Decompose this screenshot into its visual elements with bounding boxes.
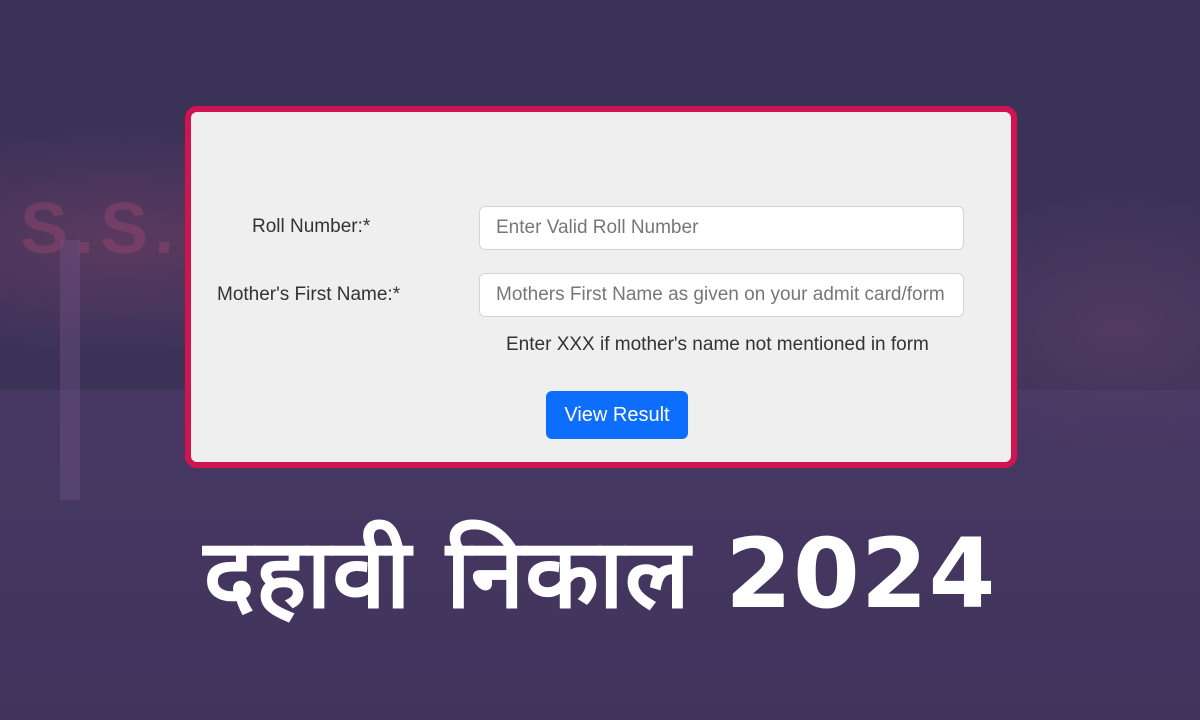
view-result-button[interactable]: View Result — [546, 391, 688, 439]
mother-name-hint: Enter XXX if mother's name not mentioned… — [506, 334, 929, 355]
roll-number-label: Roll Number:* — [252, 216, 371, 237]
background-watermark: S.S. — [20, 189, 181, 269]
result-form-card: Roll Number:* Enter Valid Roll Number Mo… — [185, 106, 1017, 468]
background-pillar — [60, 240, 80, 500]
mother-name-label: Mother's First Name:* — [217, 284, 401, 305]
mother-name-input[interactable]: Mothers First Name as given on your admi… — [479, 273, 964, 317]
roll-number-input[interactable]: Enter Valid Roll Number — [479, 206, 964, 250]
page-headline: दहावी निकाल 2024 — [203, 518, 997, 630]
